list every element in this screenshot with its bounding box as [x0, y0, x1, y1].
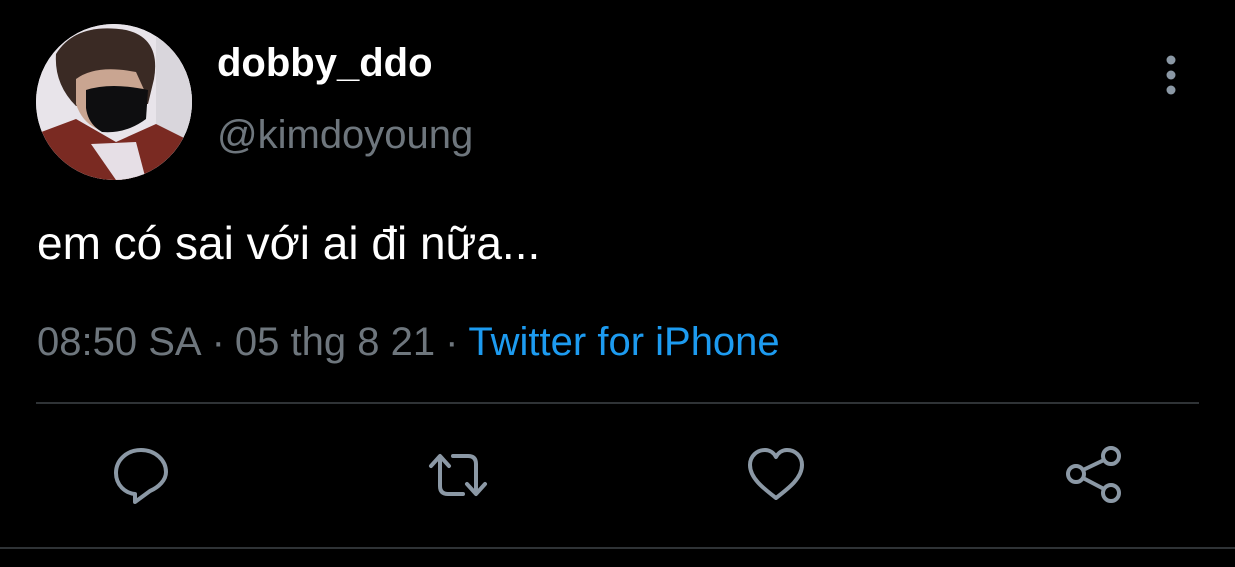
bottom-divider: [0, 547, 1235, 549]
tweet-meta: 08:50 SA · 05 thg 8 21 · Twitter for iPhone: [37, 316, 780, 368]
reply-icon: [114, 448, 168, 504]
tweet-time[interactable]: 08:50 SA: [37, 320, 202, 364]
user-handle[interactable]: @kimdoyoung: [217, 111, 473, 159]
tweet-text: em có sai với ai đi nữa...: [37, 217, 541, 269]
reply-button[interactable]: [106, 440, 176, 510]
more-vertical-icon: [1166, 55, 1176, 95]
meta-separator: ·: [445, 320, 459, 364]
tweet-date[interactable]: 05 thg 8 21: [235, 320, 435, 364]
avatar[interactable]: [36, 24, 192, 180]
like-button[interactable]: [741, 440, 811, 510]
tweet-source-link[interactable]: Twitter for iPhone: [468, 320, 779, 364]
heart-icon: [748, 448, 804, 500]
tweet: dobby_ddo @kimdoyoung em có sai với ai đ…: [0, 0, 1235, 567]
display-name[interactable]: dobby_ddo: [217, 39, 433, 87]
retweet-icon: [429, 454, 487, 496]
share-icon: [1066, 446, 1121, 503]
divider: [36, 402, 1199, 404]
avatar-image: [36, 24, 192, 180]
retweet-button[interactable]: [423, 440, 493, 510]
more-options-button[interactable]: [1150, 50, 1192, 98]
meta-separator: ·: [211, 320, 225, 364]
share-button[interactable]: [1059, 440, 1129, 510]
